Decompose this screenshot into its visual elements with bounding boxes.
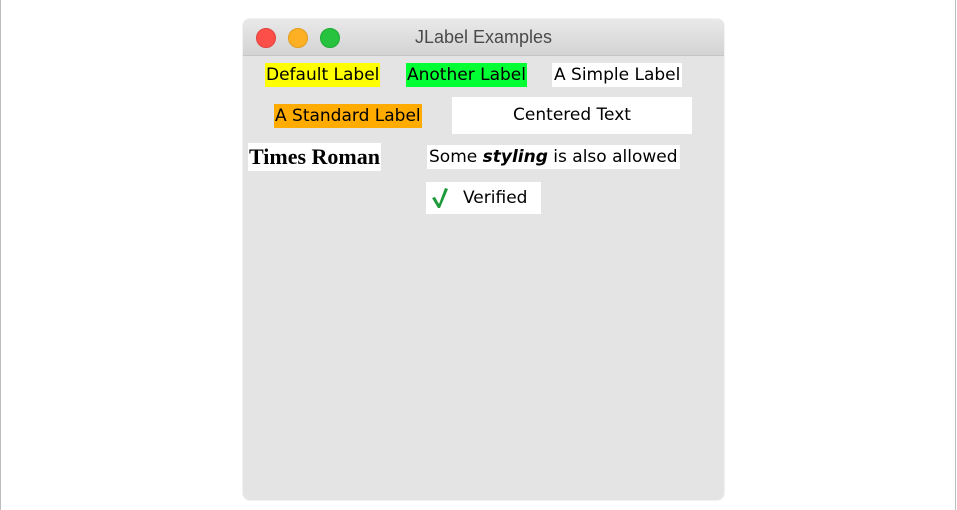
title-bar[interactable]: JLabel Examples — [243, 19, 724, 56]
styled-text-label: Some styling is also allowed — [427, 145, 680, 169]
default-label: Default Label — [265, 63, 381, 87]
verified-text: Verified — [463, 188, 528, 208]
styled-text-emphasis: styling — [482, 147, 548, 167]
check-icon — [432, 188, 448, 208]
another-label: Another Label — [406, 63, 527, 87]
times-roman-label: Times Roman — [248, 143, 381, 171]
window-title: JLabel Examples — [414, 27, 553, 47]
centered-text-label: Centered Text — [452, 97, 692, 134]
standard-label: A Standard Label — [274, 104, 422, 128]
styled-text-suffix: is also allowed — [547, 147, 678, 167]
simple-label: A Simple Label — [552, 63, 683, 87]
verified-label: Verified — [426, 182, 541, 214]
styled-text-prefix: Some — [429, 147, 483, 167]
app-window: JLabel Examples Default Label Another La… — [243, 19, 724, 500]
